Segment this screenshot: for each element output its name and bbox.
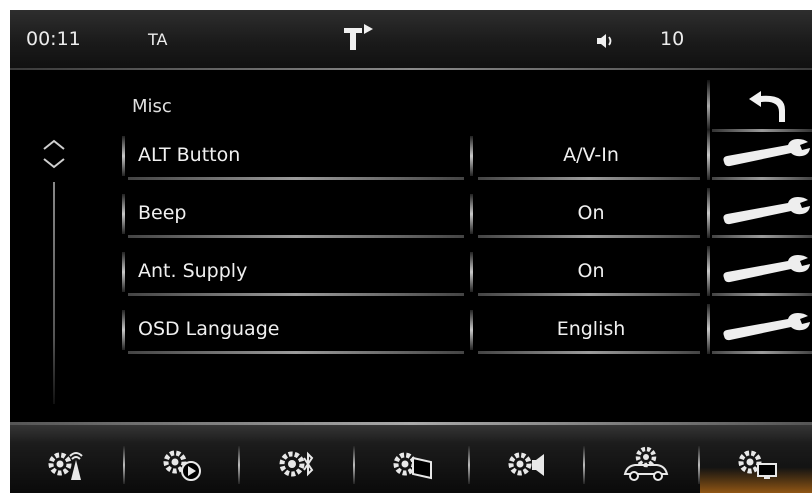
setting-row-ant-supply[interactable]: Ant. Supply On: [122, 246, 812, 296]
setting-label: ALT Button: [138, 144, 241, 166]
wrench-icon[interactable]: [718, 312, 812, 346]
gear-play-icon: [163, 450, 201, 481]
tab-display-settings[interactable]: [355, 436, 470, 493]
tab-radio-settings[interactable]: [10, 436, 125, 493]
tab-misc-settings[interactable]: [700, 436, 812, 493]
tab-vehicle-settings[interactable]: [585, 436, 700, 493]
settings-panel: Misc ALT Button A/V-In Beep On Ant. Supp…: [10, 72, 812, 422]
setting-label: Beep: [138, 202, 187, 224]
setting-value[interactable]: On: [476, 260, 706, 282]
gear-antenna-icon: [48, 452, 83, 480]
navigation-turn-icon: [340, 22, 380, 57]
tab-media-settings[interactable]: [125, 436, 240, 493]
setting-label: OSD Language: [138, 318, 280, 340]
tab-bluetooth-settings[interactable]: [240, 436, 355, 493]
wrench-icon[interactable]: [718, 196, 812, 230]
setting-row-beep[interactable]: Beep On: [122, 188, 812, 238]
chevron-up-icon[interactable]: [42, 138, 66, 152]
head-unit-screen: 00:11 TA 10 Misc ALT Button A/V-In Beep …: [10, 10, 812, 493]
back-button[interactable]: [707, 80, 812, 132]
setting-row-alt-button[interactable]: ALT Button A/V-In: [122, 130, 812, 180]
gear-screen-icon: [393, 452, 432, 480]
scrollbar-track[interactable]: [53, 182, 55, 404]
setting-value[interactable]: English: [476, 318, 706, 340]
traffic-announcement-indicator: TA: [148, 30, 168, 49]
setting-value[interactable]: A/V-In: [476, 144, 706, 166]
setting-value[interactable]: On: [476, 202, 706, 224]
setting-label: Ant. Supply: [138, 260, 248, 282]
tab-sound-settings[interactable]: [470, 436, 585, 493]
settings-tab-bar: [10, 422, 812, 493]
clock: 00:11: [26, 28, 81, 50]
status-bar: 00:11 TA 10: [10, 10, 812, 70]
wrench-icon[interactable]: [718, 138, 812, 172]
page-title: Misc: [132, 96, 172, 117]
wrench-icon[interactable]: [718, 254, 812, 288]
speaker-icon: [596, 32, 614, 54]
chevron-down-icon[interactable]: [42, 156, 66, 170]
gear-monitor-icon: [738, 450, 777, 479]
volume-level: 10: [660, 28, 685, 50]
setting-row-osd-language[interactable]: OSD Language English: [122, 304, 812, 354]
back-arrow-icon: [749, 91, 785, 122]
gear-bluetooth-icon: [279, 451, 314, 477]
gear-speaker-icon: [508, 452, 544, 476]
gear-car-icon: [623, 446, 669, 481]
